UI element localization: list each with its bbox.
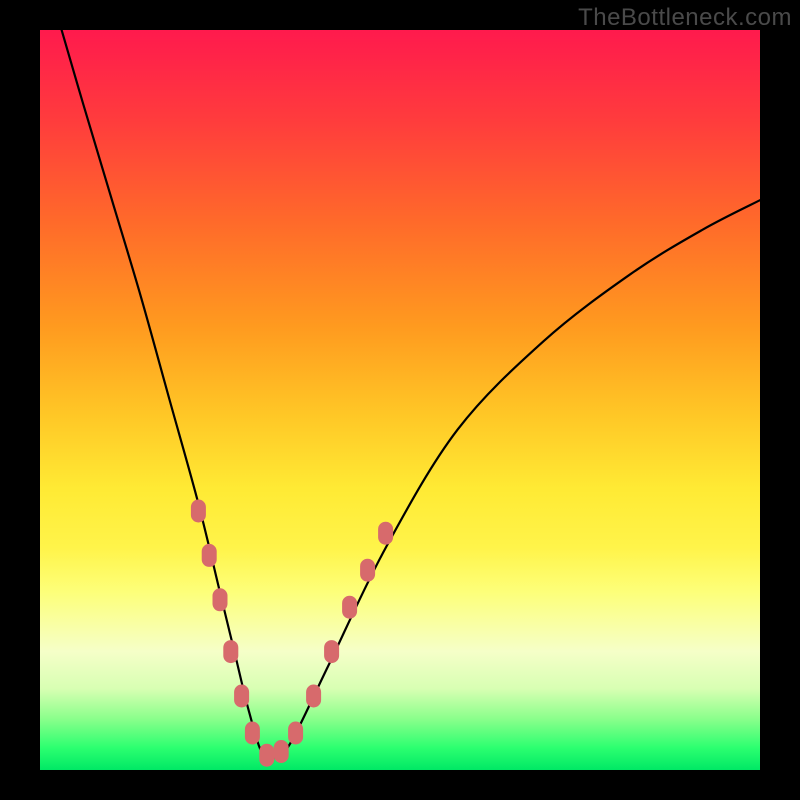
curve-marker	[289, 722, 303, 744]
curve-marker	[274, 741, 288, 763]
curve-marker	[245, 722, 259, 744]
curve-marker	[307, 685, 321, 707]
marker-group	[191, 500, 392, 766]
curve-marker	[343, 596, 357, 618]
chart-frame: TheBottleneck.com	[0, 0, 800, 800]
curve-marker	[361, 559, 375, 581]
curve-marker	[191, 500, 205, 522]
curve-marker	[379, 522, 393, 544]
bottleneck-curve	[62, 30, 760, 759]
curve-marker	[213, 589, 227, 611]
curve-marker	[224, 641, 238, 663]
curve-marker	[325, 641, 339, 663]
curve-layer	[40, 30, 760, 770]
curve-marker	[235, 685, 249, 707]
curve-marker	[260, 744, 274, 766]
watermark-text: TheBottleneck.com	[578, 4, 792, 32]
curve-marker	[202, 544, 216, 566]
plot-area	[40, 30, 760, 770]
